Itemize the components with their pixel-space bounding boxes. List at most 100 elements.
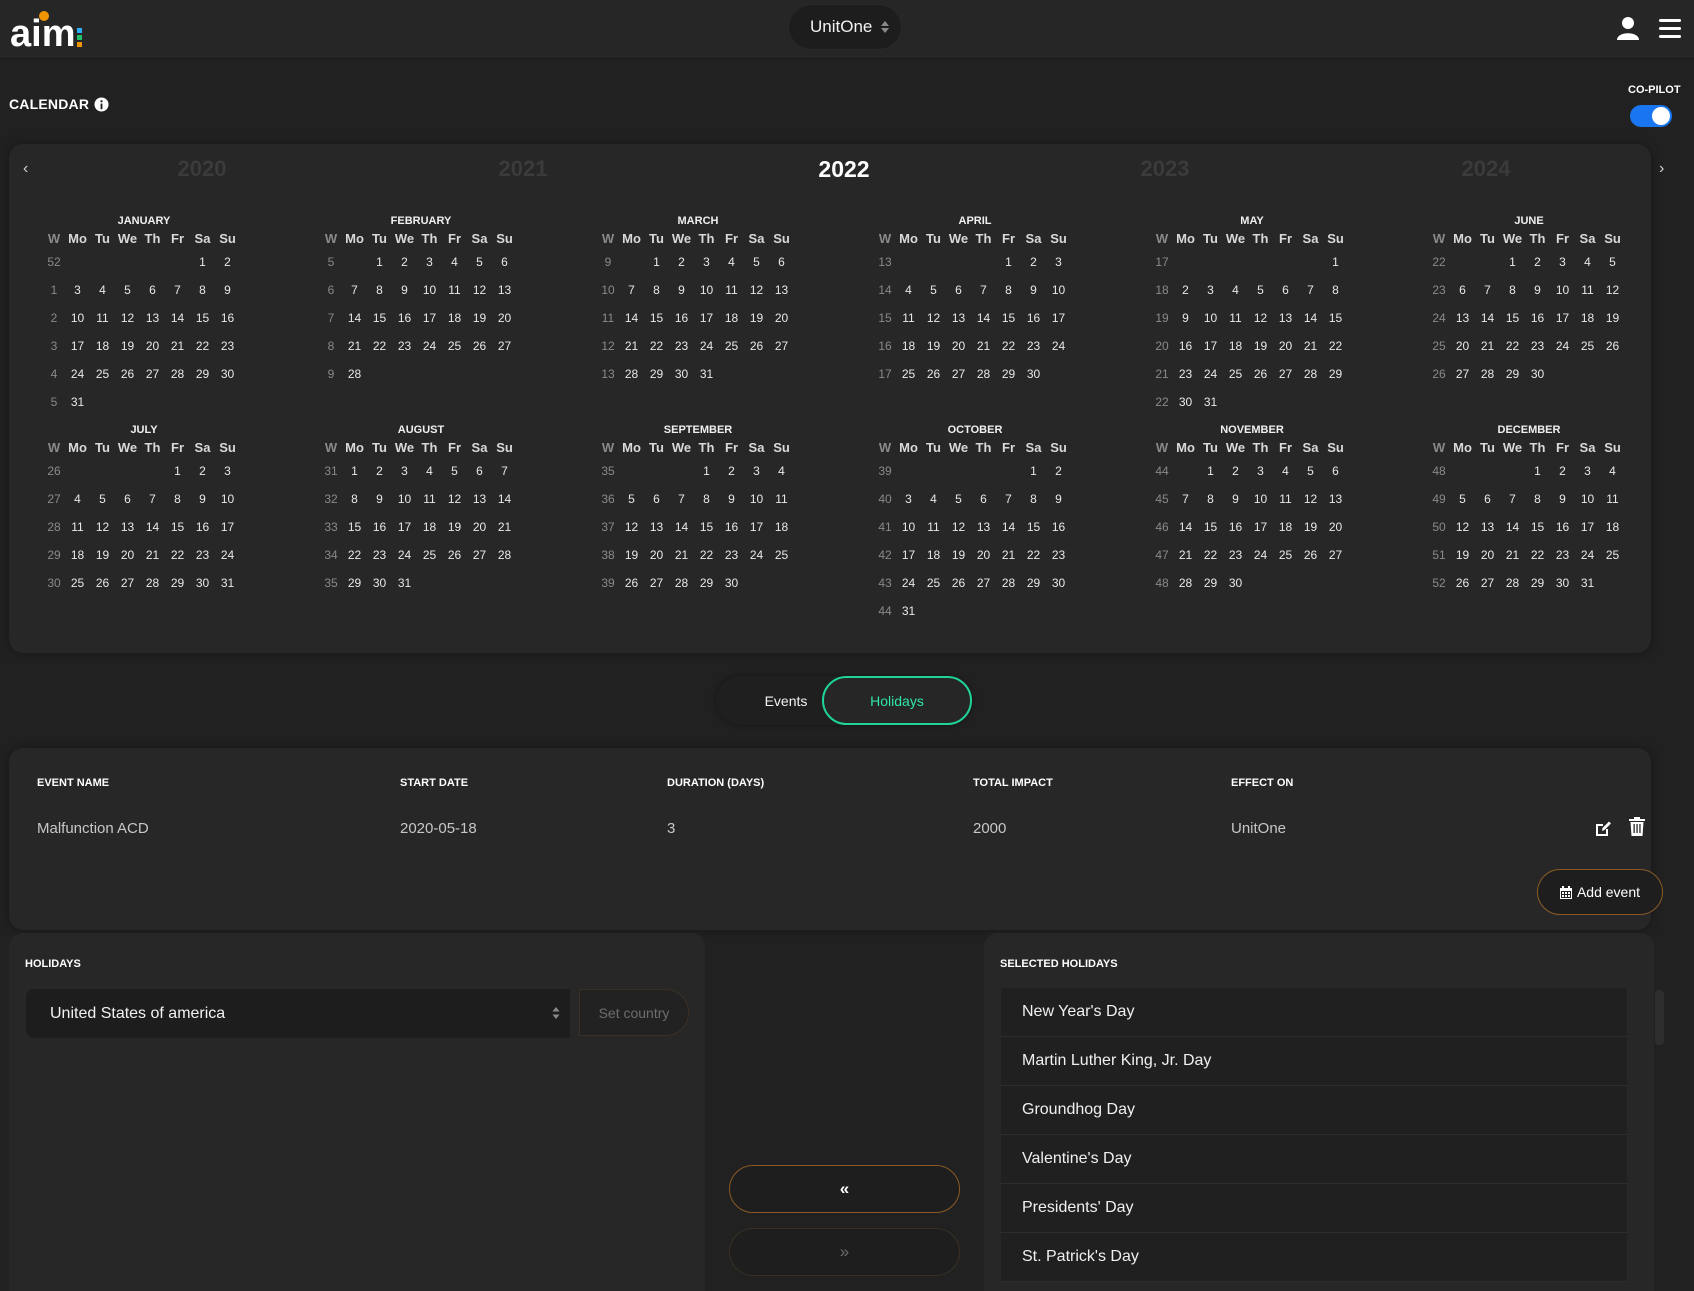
day-cell[interactable]: 8 <box>367 276 392 304</box>
day-cell[interactable]: 12 <box>442 485 467 513</box>
day-cell[interactable]: 27 <box>971 569 996 597</box>
day-cell[interactable]: 2 <box>190 457 215 485</box>
day-cell[interactable]: 30 <box>719 569 744 597</box>
day-cell[interactable]: 8 <box>996 276 1021 304</box>
day-cell[interactable]: 25 <box>769 541 794 569</box>
list-item[interactable]: New Year's Day <box>1001 988 1627 1037</box>
day-cell[interactable]: 5 <box>1450 485 1475 513</box>
day-cell[interactable]: 18 <box>1223 332 1248 360</box>
day-cell[interactable]: 18 <box>719 304 744 332</box>
day-cell[interactable]: 29 <box>165 569 190 597</box>
day-cell[interactable]: 22 <box>342 541 367 569</box>
day-cell[interactable]: 1 <box>342 457 367 485</box>
day-cell[interactable]: 17 <box>694 304 719 332</box>
day-cell[interactable]: 28 <box>996 569 1021 597</box>
day-cell[interactable]: 21 <box>619 332 644 360</box>
day-cell[interactable]: 11 <box>1273 485 1298 513</box>
day-cell[interactable]: 10 <box>1046 276 1071 304</box>
day-cell[interactable]: 30 <box>1223 569 1248 597</box>
day-cell[interactable]: 11 <box>442 276 467 304</box>
day-cell[interactable]: 10 <box>417 276 442 304</box>
edit-icon[interactable] <box>1594 820 1612 838</box>
day-cell[interactable]: 2 <box>1046 457 1071 485</box>
day-cell[interactable]: 6 <box>467 457 492 485</box>
day-cell[interactable]: 3 <box>1198 276 1223 304</box>
day-cell[interactable]: 12 <box>619 513 644 541</box>
day-cell[interactable]: 14 <box>492 485 517 513</box>
day-cell[interactable]: 16 <box>1525 304 1550 332</box>
day-cell[interactable]: 9 <box>1550 485 1575 513</box>
day-cell[interactable]: 26 <box>1298 541 1323 569</box>
day-cell[interactable]: 3 <box>392 457 417 485</box>
day-cell[interactable]: 25 <box>921 569 946 597</box>
day-cell[interactable]: 12 <box>1450 513 1475 541</box>
day-cell[interactable]: 23 <box>1525 332 1550 360</box>
list-item[interactable]: Valentine's Day <box>1001 1135 1627 1184</box>
day-cell[interactable]: 1 <box>1500 248 1525 276</box>
day-cell[interactable]: 25 <box>1273 541 1298 569</box>
day-cell[interactable]: 5 <box>90 485 115 513</box>
day-cell[interactable]: 19 <box>744 304 769 332</box>
day-cell[interactable]: 23 <box>1223 541 1248 569</box>
day-cell[interactable]: 22 <box>1525 541 1550 569</box>
day-cell[interactable]: 30 <box>215 360 240 388</box>
day-cell[interactable]: 3 <box>417 248 442 276</box>
day-cell[interactable]: 13 <box>1450 304 1475 332</box>
day-cell[interactable]: 12 <box>1298 485 1323 513</box>
day-cell[interactable]: 27 <box>769 332 794 360</box>
day-cell[interactable]: 6 <box>115 485 140 513</box>
day-cell[interactable]: 1 <box>1021 457 1046 485</box>
day-cell[interactable]: 15 <box>367 304 392 332</box>
day-cell[interactable]: 19 <box>467 304 492 332</box>
year-2020[interactable]: 2020 <box>178 156 227 182</box>
day-cell[interactable]: 16 <box>669 304 694 332</box>
day-cell[interactable]: 15 <box>1021 513 1046 541</box>
day-cell[interactable]: 15 <box>644 304 669 332</box>
day-cell[interactable]: 4 <box>65 485 90 513</box>
day-cell[interactable]: 22 <box>1323 332 1348 360</box>
day-cell[interactable]: 20 <box>140 332 165 360</box>
day-cell[interactable]: 18 <box>1575 304 1600 332</box>
day-cell[interactable]: 25 <box>1223 360 1248 388</box>
day-cell[interactable]: 30 <box>669 360 694 388</box>
day-cell[interactable]: 30 <box>367 569 392 597</box>
day-cell[interactable]: 23 <box>1550 541 1575 569</box>
day-cell[interactable]: 7 <box>140 485 165 513</box>
day-cell[interactable]: 15 <box>1323 304 1348 332</box>
day-cell[interactable]: 20 <box>1323 513 1348 541</box>
day-cell[interactable]: 15 <box>165 513 190 541</box>
day-cell[interactable]: 3 <box>1046 248 1071 276</box>
day-cell[interactable]: 24 <box>392 541 417 569</box>
day-cell[interactable]: 12 <box>115 304 140 332</box>
day-cell[interactable]: 6 <box>1323 457 1348 485</box>
day-cell[interactable]: 19 <box>1600 304 1625 332</box>
day-cell[interactable]: 20 <box>1273 332 1298 360</box>
day-cell[interactable]: 16 <box>1021 304 1046 332</box>
day-cell[interactable]: 17 <box>1046 304 1071 332</box>
day-cell[interactable]: 9 <box>215 276 240 304</box>
day-cell[interactable]: 2 <box>719 457 744 485</box>
day-cell[interactable]: 23 <box>1046 541 1071 569</box>
day-cell[interactable]: 17 <box>896 541 921 569</box>
day-cell[interactable]: 10 <box>215 485 240 513</box>
day-cell[interactable]: 28 <box>140 569 165 597</box>
day-cell[interactable]: 27 <box>1273 360 1298 388</box>
day-cell[interactable]: 20 <box>946 332 971 360</box>
day-cell[interactable]: 6 <box>1273 276 1298 304</box>
day-cell[interactable]: 20 <box>971 541 996 569</box>
add-event-button[interactable]: Add event <box>1537 869 1663 915</box>
day-cell[interactable]: 23 <box>719 541 744 569</box>
day-cell[interactable]: 11 <box>921 513 946 541</box>
day-cell[interactable]: 11 <box>417 485 442 513</box>
day-cell[interactable]: 28 <box>1475 360 1500 388</box>
day-cell[interactable]: 14 <box>1173 513 1198 541</box>
day-cell[interactable]: 23 <box>669 332 694 360</box>
day-cell[interactable]: 9 <box>669 276 694 304</box>
year-2024[interactable]: 2024 <box>1462 156 1511 182</box>
day-cell[interactable]: 14 <box>1500 513 1525 541</box>
day-cell[interactable]: 25 <box>417 541 442 569</box>
day-cell[interactable]: 10 <box>694 276 719 304</box>
copilot-toggle[interactable] <box>1630 105 1672 127</box>
trash-icon[interactable] <box>1629 817 1645 836</box>
move-left-button[interactable]: « <box>729 1165 960 1213</box>
